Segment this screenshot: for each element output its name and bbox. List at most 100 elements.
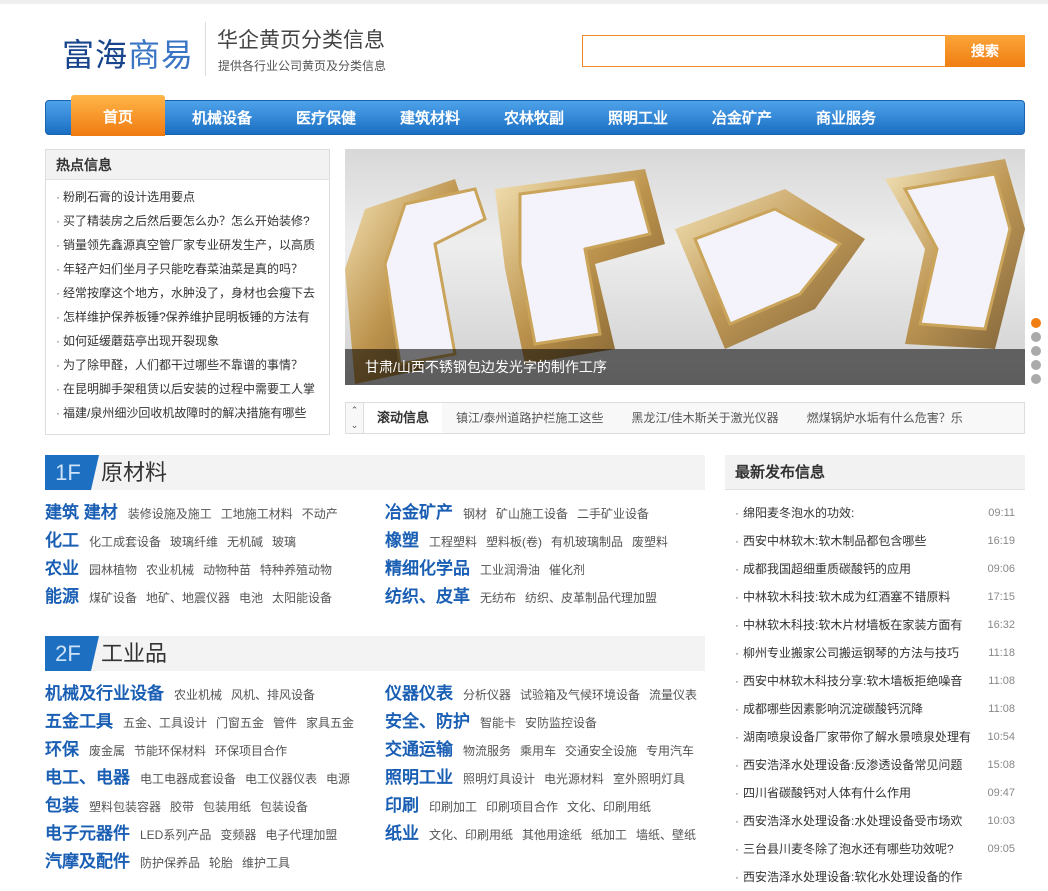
subcategory-link[interactable]: 照明灯具设计 [463, 772, 535, 786]
banner-dot[interactable] [1031, 318, 1041, 328]
banner-dot[interactable] [1031, 374, 1041, 384]
subcategory-link[interactable]: 农业机械 [174, 688, 222, 702]
subcategory-link[interactable]: 玻璃 [272, 535, 296, 549]
latest-info-item[interactable]: 成都哪些因素影响沉淀碳酸钙沉降 11:08 [735, 695, 1025, 723]
latest-info-item[interactable]: 西安中林软木科技分享:软木墙板拒绝噪音 11:08 [735, 667, 1025, 695]
banner-dot[interactable] [1031, 360, 1041, 370]
subcategory-link[interactable]: 电光源材料 [544, 772, 604, 786]
subcategory-link[interactable]: 电池 [239, 591, 263, 605]
banner-slider[interactable]: 甘肃/山西不锈钢包边发光字的制作工序 [345, 149, 1025, 385]
latest-info-text[interactable]: 西安浩泽水处理设备:软化水处理设备的作 [743, 863, 975, 891]
subcategory-link[interactable]: 包装设备 [260, 800, 308, 814]
latest-info-text[interactable]: 绵阳麦冬泡水的功效: [743, 499, 975, 527]
category-link[interactable]: 纸业 [385, 824, 419, 843]
subcategory-link[interactable]: 装修设施及施工 [128, 507, 212, 521]
category-link[interactable]: 电工、电器 [45, 768, 130, 787]
subcategory-link[interactable]: 电子代理加盟 [265, 828, 337, 842]
subcategory-link[interactable]: 交通安全设施 [565, 744, 637, 758]
latest-info-item[interactable]: 西安浩泽水处理设备:软化水处理设备的作 [735, 863, 1025, 891]
category-link[interactable]: 机械及行业设备 [45, 684, 164, 703]
ticker-item[interactable]: 燃煤锅炉水垢有什么危害？乐 [807, 411, 963, 425]
subcategory-link[interactable]: 工业润滑油 [480, 563, 540, 577]
subcategory-link[interactable]: 墙纸、壁纸 [636, 828, 696, 842]
hot-info-item[interactable]: 年轻产妇们坐月子只能吃春菜油菜是真的吗？ [56, 257, 326, 281]
subcategory-link[interactable]: 废塑料 [632, 535, 668, 549]
latest-info-text[interactable]: 中林软木科技:软木成为红酒塞不错原料 [743, 583, 975, 611]
subcategory-link[interactable]: 文化、印刷用纸 [567, 800, 651, 814]
chevron-down-icon[interactable]: ⌄ [346, 418, 363, 433]
subcategory-link[interactable]: 室外照明灯具 [613, 772, 685, 786]
subcategory-link[interactable]: 钢材 [463, 507, 487, 521]
subcategory-link[interactable]: 电工电器成套设备 [140, 772, 236, 786]
category-link[interactable]: 精细化学品 [385, 559, 470, 578]
subcategory-link[interactable]: 农业机械 [146, 563, 194, 577]
category-link[interactable]: 五金工具 [45, 712, 113, 731]
subcategory-link[interactable]: LED系列产品 [140, 828, 211, 842]
subcategory-link[interactable]: 专用汽车 [646, 744, 694, 758]
latest-info-text[interactable]: 三台县川麦冬除了泡水还有哪些功效呢? [743, 835, 975, 863]
latest-info-text[interactable]: 湖南喷泉设备厂家带你了解水景喷泉处理有 [743, 723, 975, 751]
latest-info-item[interactable]: 绵阳麦冬泡水的功效: 09:11 [735, 499, 1025, 527]
search-input[interactable] [582, 35, 946, 67]
subcategory-link[interactable]: 节能环保材料 [134, 744, 206, 758]
category-link[interactable]: 照明工业 [385, 768, 453, 787]
subcategory-link[interactable]: 管件 [273, 716, 297, 730]
subcategory-link[interactable]: 印刷项目合作 [486, 800, 558, 814]
search-button[interactable]: 搜索 [945, 35, 1025, 67]
latest-info-item[interactable]: 中林软木科技:软木片材墙板在家装方面有 16:32 [735, 611, 1025, 639]
subcategory-link[interactable]: 地矿、地震仪器 [146, 591, 230, 605]
site-logo[interactable]: 富海商易 [62, 30, 194, 76]
ticker-item[interactable]: 镇江/泰州道路护栏施工这些 [456, 411, 603, 425]
subcategory-link[interactable]: 家具五金 [306, 716, 354, 730]
latest-info-text[interactable]: 柳州专业搬家公司搬运钢琴的方法与技巧 [743, 639, 975, 667]
subcategory-link[interactable]: 二手矿业设备 [577, 507, 649, 521]
subcategory-link[interactable]: 无机碱 [227, 535, 263, 549]
latest-info-item[interactable]: 西安浩泽水处理设备:水处理设备受市场欢 10:03 [735, 807, 1025, 835]
subcategory-link[interactable]: 太阳能设备 [272, 591, 332, 605]
subcategory-link[interactable]: 工地施工材料 [221, 507, 293, 521]
nav-item-machinery[interactable]: 机械设备 [170, 101, 274, 136]
latest-info-item[interactable]: 西安浩泽水处理设备:反渗透设备常见问题 15:08 [735, 751, 1025, 779]
subcategory-link[interactable]: 废金属 [89, 744, 125, 758]
ticker-item[interactable]: 黑龙江/佳木斯关于激光仪器 [631, 411, 778, 425]
subcategory-link[interactable]: 特种养殖动物 [260, 563, 332, 577]
category-link[interactable]: 冶金矿产 [385, 503, 453, 522]
subcategory-link[interactable]: 催化剂 [549, 563, 585, 577]
category-link[interactable]: 安全、防护 [385, 712, 470, 731]
latest-info-item[interactable]: 成都我国超细重质碳酸钙的应用 09:06 [735, 555, 1025, 583]
category-link[interactable]: 仪器仪表 [385, 684, 453, 703]
category-link[interactable]: 包装 [45, 796, 79, 815]
nav-item-agriculture[interactable]: 农林牧副 [482, 101, 586, 136]
latest-info-item[interactable]: 中林软木科技:软木成为红酒塞不错原料 17:15 [735, 583, 1025, 611]
subcategory-link[interactable]: 塑料板(卷) [486, 535, 542, 549]
ticker-arrows[interactable]: ⌃ ⌄ [346, 403, 364, 433]
category-link[interactable]: 化工 [45, 531, 79, 550]
subcategory-link[interactable]: 轮胎 [209, 856, 233, 870]
subcategory-link[interactable]: 不动产 [302, 507, 338, 521]
latest-info-text[interactable]: 西安中林软木:软木制品都包含哪些 [743, 527, 975, 555]
latest-info-text[interactable]: 西安中林软木科技分享:软木墙板拒绝噪音 [743, 667, 975, 695]
subcategory-link[interactable]: 电源 [326, 772, 350, 786]
subcategory-link[interactable]: 安防监控设备 [525, 716, 597, 730]
subcategory-link[interactable]: 五金、工具设计 [123, 716, 207, 730]
category-link[interactable]: 农业 [45, 559, 79, 578]
banner-dot[interactable] [1031, 346, 1041, 356]
subcategory-link[interactable]: 变频器 [220, 828, 256, 842]
subcategory-link[interactable]: 化工成套设备 [89, 535, 161, 549]
hot-info-item[interactable]: 为了除甲醛，人们都干过哪些不靠谱的事情？ [56, 353, 326, 377]
latest-info-item[interactable]: 西安中林软木:软木制品都包含哪些 16:19 [735, 527, 1025, 555]
hot-info-item[interactable]: 经常按摩这个地方，水肿没了，身材也会瘦下去 [56, 281, 326, 305]
subcategory-link[interactable]: 煤矿设备 [89, 591, 137, 605]
subcategory-link[interactable]: 维护工具 [242, 856, 290, 870]
latest-info-text[interactable]: 中林软木科技:软木片材墙板在家装方面有 [743, 611, 975, 639]
subcategory-link[interactable]: 纺织、皮革制品代理加盟 [525, 591, 657, 605]
subcategory-link[interactable]: 园林植物 [89, 563, 137, 577]
subcategory-link[interactable]: 纸加工 [591, 828, 627, 842]
subcategory-link[interactable]: 印刷加工 [429, 800, 477, 814]
category-link[interactable]: 电子元器件 [45, 824, 130, 843]
subcategory-link[interactable]: 试验箱及气候环境设备 [520, 688, 640, 702]
subcategory-link[interactable]: 有机玻璃制品 [551, 535, 623, 549]
subcategory-link[interactable]: 其他用途纸 [522, 828, 582, 842]
subcategory-link[interactable]: 分析仪器 [463, 688, 511, 702]
subcategory-link[interactable]: 文化、印刷用纸 [429, 828, 513, 842]
